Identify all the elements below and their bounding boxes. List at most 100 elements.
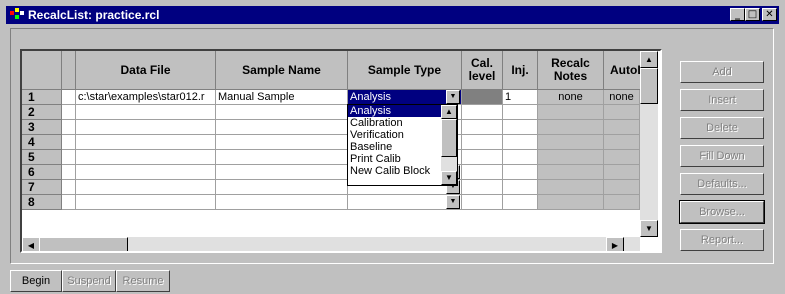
scroll-thumb[interactable] — [640, 68, 658, 104]
cell-inj[interactable] — [503, 150, 538, 165]
cell-recalc-notes[interactable] — [538, 180, 604, 195]
cell-sample-name[interactable] — [216, 135, 348, 150]
cell-sample-type[interactable] — [348, 195, 462, 210]
begin-label: Begin — [21, 275, 51, 287]
cell-inj[interactable] — [503, 135, 538, 150]
row-header[interactable]: 5 — [22, 150, 62, 165]
cell-inj[interactable]: 1 — [503, 90, 538, 105]
col-header-inj[interactable]: Inj. — [503, 51, 538, 90]
row-header[interactable]: 4 — [22, 135, 62, 150]
col-header-cal-level[interactable]: Cal. level — [462, 51, 503, 90]
cell-data-file[interactable] — [76, 165, 216, 180]
cell-inj[interactable] — [503, 105, 538, 120]
dropdown-scrollbar[interactable]: ▲ ▼ — [441, 105, 457, 185]
cell-marker — [62, 90, 76, 105]
defaults-button[interactable]: Defaults... — [680, 173, 764, 195]
row-header[interactable]: 8 — [22, 195, 62, 210]
minimize-button[interactable]: _ — [730, 8, 745, 21]
insert-button[interactable]: Insert — [680, 89, 764, 111]
col-header-data-file[interactable]: Data File — [76, 51, 216, 90]
cell-autolink[interactable]: none — [604, 90, 640, 105]
resume-button[interactable]: Resume — [116, 270, 170, 292]
cell-autolink[interactable] — [604, 135, 640, 150]
cell-sample-name[interactable]: Manual Sample — [216, 90, 348, 105]
cell-marker — [62, 195, 76, 210]
cell-sample-name[interactable] — [216, 150, 348, 165]
defaults-label: Defaults... — [697, 178, 747, 190]
cell-data-file[interactable] — [76, 180, 216, 195]
cell-autolink[interactable] — [604, 195, 640, 210]
cell-inj[interactable] — [503, 120, 538, 135]
col-header-recalc-notes[interactable]: Recalc Notes — [538, 51, 604, 90]
cell-data-file[interactable] — [76, 150, 216, 165]
cell-cal-level[interactable] — [462, 195, 503, 210]
cell-sample-name[interactable] — [216, 105, 348, 120]
cell-autolink[interactable] — [604, 165, 640, 180]
cell-cal-level[interactable] — [462, 165, 503, 180]
cell-inj[interactable] — [503, 195, 538, 210]
cell-data-file[interactable] — [76, 195, 216, 210]
cell-cal-level[interactable] — [462, 150, 503, 165]
suspend-button[interactable]: Suspend — [62, 270, 116, 292]
recalc-grid: Data File Sample Name Sample Type Cal. l… — [20, 49, 662, 253]
hscroll-thumb[interactable] — [39, 237, 128, 251]
fill-down-button[interactable]: Fill Down — [680, 145, 764, 167]
cell-recalc-notes[interactable] — [538, 120, 604, 135]
delete-label: Delete — [706, 122, 738, 134]
chevron-down-icon[interactable]: ▼ — [446, 195, 460, 209]
report-button[interactable]: Report... — [680, 229, 764, 251]
add-button[interactable]: Add — [680, 61, 764, 83]
cell-sample-name[interactable] — [216, 165, 348, 180]
cell-autolink[interactable] — [604, 120, 640, 135]
dropdown-scroll-up-icon[interactable]: ▲ — [441, 105, 457, 119]
cell-recalc-notes[interactable] — [538, 165, 604, 180]
col-header-sample-name[interactable]: Sample Name — [216, 51, 348, 90]
scroll-down-icon[interactable]: ▼ — [640, 220, 658, 237]
suspend-label: Suspend — [67, 275, 111, 287]
row-header[interactable]: 1 — [22, 90, 62, 105]
scroll-right-icon[interactable]: ▶ — [606, 237, 624, 251]
cell-cal-level[interactable] — [462, 90, 503, 105]
browse-button[interactable]: Browse... — [679, 200, 765, 224]
row-header[interactable]: 3 — [22, 120, 62, 135]
cell-inj[interactable] — [503, 165, 538, 180]
vertical-scrollbar[interactable]: ▲ ▼ — [640, 51, 658, 237]
cell-autolink[interactable] — [604, 150, 640, 165]
cell-sample-type[interactable]: Analysis — [348, 90, 462, 105]
cell-data-file[interactable] — [76, 120, 216, 135]
cell-cal-level[interactable] — [462, 135, 503, 150]
delete-button[interactable]: Delete — [680, 117, 764, 139]
cell-autolink[interactable] — [604, 180, 640, 195]
col-header-sample-type[interactable]: Sample Type — [348, 51, 462, 90]
close-button[interactable]: ✕ — [762, 8, 777, 21]
cell-autolink[interactable] — [604, 105, 640, 120]
cell-sample-name[interactable] — [216, 195, 348, 210]
corner-header — [22, 51, 62, 90]
cell-recalc-notes[interactable] — [538, 135, 604, 150]
cell-data-file[interactable] — [76, 105, 216, 120]
horizontal-scrollbar[interactable]: ◀ ▶ — [22, 237, 640, 251]
maximize-button[interactable]: □ — [745, 8, 760, 21]
scroll-up-icon[interactable]: ▲ — [640, 51, 658, 68]
cell-data-file[interactable]: c:\star\examples\star012.r — [76, 90, 216, 105]
cell-inj[interactable] — [503, 180, 538, 195]
sample-type-dropdown-list[interactable]: Analysis Calibration Verification Baseline P… — [347, 104, 458, 186]
cell-recalc-notes[interactable] — [538, 105, 604, 120]
row-header[interactable]: 7 — [22, 180, 62, 195]
cell-cal-level[interactable] — [462, 120, 503, 135]
cell-sample-name[interactable] — [216, 120, 348, 135]
begin-button[interactable]: Begin — [10, 270, 62, 292]
cell-sample-name[interactable] — [216, 180, 348, 195]
scroll-left-icon[interactable]: ◀ — [22, 237, 40, 251]
row-header[interactable]: 6 — [22, 165, 62, 180]
cell-recalc-notes[interactable]: none — [538, 90, 604, 105]
cell-data-file[interactable] — [76, 135, 216, 150]
cell-recalc-notes[interactable] — [538, 195, 604, 210]
cell-recalc-notes[interactable] — [538, 150, 604, 165]
dropdown-scroll-down-icon[interactable]: ▼ — [441, 171, 457, 185]
cell-cal-level[interactable] — [462, 105, 503, 120]
cell-cal-level[interactable] — [462, 180, 503, 195]
dropdown-scroll-thumb[interactable] — [441, 119, 457, 157]
row-header[interactable]: 2 — [22, 105, 62, 120]
chevron-down-icon[interactable]: ▼ — [446, 90, 460, 104]
